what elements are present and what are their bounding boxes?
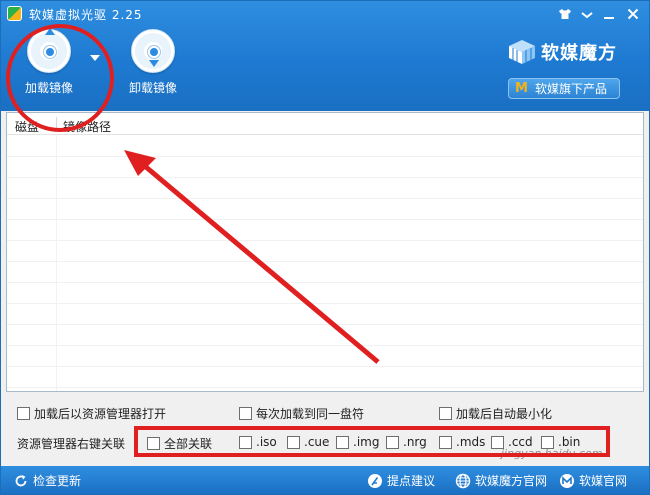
assoc-type-label: .img xyxy=(353,435,380,449)
row-gridline xyxy=(7,366,643,367)
disc-unload-icon xyxy=(131,29,175,73)
feedback-label: 提点建议 xyxy=(387,474,436,488)
assoc-type-checkbox[interactable] xyxy=(386,435,399,449)
brand-logo[interactable]: 软媒魔方 xyxy=(507,39,617,65)
same-drive-label: 每次加载到同一盘符 xyxy=(256,407,365,421)
association-label: 资源管理器右键关联 xyxy=(17,437,126,451)
assoc-type-checkbox[interactable] xyxy=(439,435,452,449)
auto-minimize-label: 加载后自动最小化 xyxy=(456,407,553,421)
assoc-type-label: .mds xyxy=(456,435,486,449)
m-logo-icon: M xyxy=(515,80,528,96)
row-gridline xyxy=(7,345,643,346)
row-gridline xyxy=(7,198,643,199)
row-gridline xyxy=(7,282,643,283)
open-explorer-checkbox[interactable] xyxy=(17,407,30,420)
same-drive-checkbox[interactable] xyxy=(239,407,252,420)
window-title: 软媒虚拟光驱 2.25 xyxy=(29,8,143,22)
assoc-type-checkbox[interactable] xyxy=(287,435,300,449)
assoc-type-label: .iso xyxy=(256,435,277,449)
brand-name: 软媒魔方 xyxy=(541,43,617,64)
skin-icon[interactable] xyxy=(553,4,577,24)
row-gridline xyxy=(7,303,643,304)
column-gridline xyxy=(56,135,57,391)
official-site-label: 软媒官网 xyxy=(579,474,628,488)
assoc-type-label: .nrg xyxy=(403,435,427,449)
auto-minimize-checkbox[interactable] xyxy=(439,407,452,420)
assoc-type-option[interactable]: .img xyxy=(336,435,379,449)
check-update-link[interactable]: 检查更新 xyxy=(13,472,81,489)
unload-image-label: 卸载镜像 xyxy=(128,81,177,95)
rubik-site-link[interactable]: 软媒魔方官网 xyxy=(455,472,547,489)
assoc-all-label: 全部关联 xyxy=(164,437,213,451)
rubik-site-label: 软媒魔方官网 xyxy=(475,474,548,488)
products-label: 软媒旗下产品 xyxy=(535,82,608,96)
cube-icon xyxy=(507,39,537,65)
column-separator[interactable] xyxy=(56,117,57,131)
row-gridline xyxy=(7,324,643,325)
open-explorer-label: 加载后以资源管理器打开 xyxy=(34,407,167,421)
row-gridline xyxy=(7,240,643,241)
official-site-link[interactable]: 软媒官网 xyxy=(559,472,627,489)
products-button[interactable]: M 软媒旗下产品 xyxy=(508,78,620,99)
assoc-all-option[interactable]: 全部关联 xyxy=(147,435,212,452)
row-gridline xyxy=(7,156,643,157)
load-image-label: 加载镜像 xyxy=(24,81,73,95)
header: 软媒虚拟光驱 2.25 加载镜像 卸载镜像 软媒魔方 M 软媒旗下产品 xyxy=(1,1,649,111)
auto-minimize-option[interactable]: 加载后自动最小化 xyxy=(439,405,552,422)
column-header-drive[interactable]: 磁盘 xyxy=(15,118,39,135)
watermark: jingyan.baidu.com xyxy=(501,447,603,460)
refresh-icon xyxy=(13,473,29,489)
assoc-type-option[interactable]: .mds xyxy=(439,435,485,449)
assoc-type-option[interactable]: .nrg xyxy=(386,435,427,449)
app-icon xyxy=(7,6,22,21)
status-bar: 检查更新 提点建议 软媒魔方官网 软媒官网 xyxy=(1,466,649,494)
close-icon[interactable] xyxy=(621,4,645,24)
row-gridline xyxy=(7,387,643,388)
assoc-type-checkbox[interactable] xyxy=(336,435,349,449)
open-explorer-option[interactable]: 加载后以资源管理器打开 xyxy=(17,405,166,422)
feedback-link[interactable]: 提点建议 xyxy=(367,472,435,489)
row-gridline xyxy=(7,219,643,220)
unload-image-button[interactable]: 卸载镜像 xyxy=(113,29,193,103)
list-header: 磁盘 镜像路径 xyxy=(7,113,643,135)
title-bar[interactable]: 软媒虚拟光驱 2.25 xyxy=(1,1,649,27)
globe-icon xyxy=(455,473,471,489)
feather-icon xyxy=(367,473,383,489)
assoc-all-checkbox[interactable] xyxy=(147,437,160,450)
assoc-type-option[interactable]: .cue xyxy=(287,435,329,449)
app-window: 软媒虚拟光驱 2.25 加载镜像 卸载镜像 软媒魔方 M 软媒旗下产品 磁盘 镜… xyxy=(0,0,650,495)
row-gridline xyxy=(7,177,643,178)
same-drive-option[interactable]: 每次加载到同一盘符 xyxy=(239,405,364,422)
assoc-type-label: .cue xyxy=(304,435,330,449)
ruanmei-logo-icon xyxy=(559,473,575,489)
load-dropdown-arrow-icon[interactable] xyxy=(90,55,100,61)
column-header-path[interactable]: 镜像路径 xyxy=(63,118,111,135)
assoc-type-checkbox[interactable] xyxy=(239,435,252,449)
check-update-label: 检查更新 xyxy=(33,474,82,488)
disc-load-icon xyxy=(27,28,71,73)
image-list[interactable]: 磁盘 镜像路径 xyxy=(6,112,644,392)
assoc-type-option[interactable]: .iso xyxy=(239,435,277,449)
menu-icon[interactable] xyxy=(575,4,599,24)
minimize-icon[interactable] xyxy=(597,4,621,24)
load-image-button[interactable]: 加载镜像 xyxy=(9,28,89,103)
row-gridline xyxy=(7,261,643,262)
